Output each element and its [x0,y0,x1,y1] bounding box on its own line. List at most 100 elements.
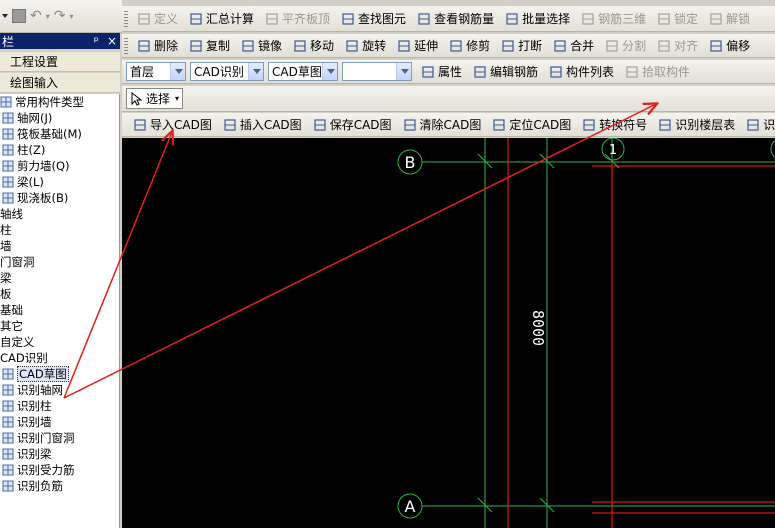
button-label: 偏移 [726,39,751,53]
select-tool-button[interactable]: 选择 ▾ [126,88,184,109]
tree-item[interactable]: 识别梁 [0,446,119,462]
chevron-down-icon[interactable]: ▾ [175,94,179,103]
save-cad-button[interactable]: 保存CAD图 [308,115,397,135]
save-icon[interactable] [12,9,26,23]
button-label: 转换符号 [599,118,648,132]
pin-icon[interactable]: ᵖ [94,34,99,48]
batch-select-button[interactable]: 批量选择 [500,9,575,29]
view-rebar-button[interactable]: 查看钢筋量 [412,9,499,29]
tree-item-label: 门窗洞 [0,255,35,269]
tree-item[interactable]: CAD草图 [0,366,119,382]
tree-item[interactable]: 门窗洞 [0,254,119,270]
trim-button[interactable]: 修剪 [444,36,495,56]
tree-item[interactable]: 识别负筋 [0,478,119,494]
panel-title: 栏 [2,34,15,49]
chevron-down-icon[interactable] [170,63,185,80]
unlock-button[interactable]: 解锁 [704,9,755,29]
tree-item[interactable]: 识别柱 [0,398,119,414]
button-label: 查找图元 [358,12,407,26]
button-label: 旋转 [362,39,387,53]
chevron-down-icon[interactable] [322,63,337,80]
button-label: 定义 [154,12,179,26]
type-select[interactable]: CAD草图 [268,62,338,81]
recognize-column-table-button[interactable]: 识别柱表 [741,115,775,135]
properties-button[interactable]: 属性 [416,62,467,82]
undo-icon[interactable]: ↶ [30,8,42,24]
chevron-down-icon[interactable] [248,63,263,80]
locate-cad-button[interactable]: 定位CAD图 [487,115,576,135]
edit-rebar-button[interactable]: 编辑钢筋 [468,62,543,82]
copy-button[interactable]: 复制 [184,36,235,56]
dropdown-arrow-icon[interactable] [2,14,8,18]
tree-item[interactable]: 梁(L) [0,174,119,190]
offset-button[interactable]: 偏移 [704,36,755,56]
tree-item-label: 筏板基础(M) [17,127,82,141]
nav-drawing-input[interactable]: 绘图输入 [0,73,120,93]
align-top-button[interactable]: 平齐板顶 [260,9,335,29]
tree-item[interactable]: 剪力墙(Q) [0,158,119,174]
align-button[interactable]: 对齐 [652,36,703,56]
tree-item[interactable]: 识别墙 [0,414,119,430]
tree-item-label: 梁(L) [17,175,44,189]
find-button[interactable]: 查找图元 [336,9,411,29]
edit-rebar-icon [474,65,486,78]
redo-dropdown-icon[interactable]: ▾ [69,12,73,21]
rebar-3d-button[interactable]: 钢筋三维 [576,9,651,29]
tree-item[interactable]: 轴网(J) [0,110,119,126]
button-label: 镜像 [258,39,283,53]
delete-button[interactable]: 删除 [132,36,183,56]
component-select[interactable] [342,62,412,81]
nav-project-settings[interactable]: 工程设置 [0,52,120,72]
floor-select[interactable]: 首层 [126,62,186,81]
button-label: 删除 [154,39,179,53]
break-button[interactable]: 打断 [496,36,547,56]
tree-item-label: 柱(Z) [17,143,46,157]
rotate-button[interactable]: 旋转 [340,36,391,56]
redo-icon[interactable]: ↷ [54,8,66,24]
convert-symbol-icon [583,118,595,131]
tree-item[interactable]: 识别轴网 [0,382,119,398]
button-label: 复制 [206,39,231,53]
lock-button[interactable]: 锁定 [652,9,703,29]
clear-cad-button[interactable]: 清除CAD图 [398,115,487,135]
toolbar-grip[interactable] [124,37,128,54]
tree-item[interactable]: 现浇板(B) [0,190,119,206]
tree-item[interactable]: 常用构件类型 [0,94,119,110]
cad-drawing-canvas[interactable]: B A 1 8000 [122,137,775,528]
insert-cad-button[interactable]: 插入CAD图 [218,115,307,135]
recognize-floor-table-button[interactable]: 识别楼层表 [653,115,740,135]
pick-component-button[interactable]: 拾取构件 [620,62,695,82]
tree-item[interactable]: CAD识别 [0,350,119,366]
tree-item[interactable]: 识别门窗洞 [0,430,119,446]
split-button[interactable]: 分割 [600,36,651,56]
locate-cad-icon [493,118,505,131]
component-list-button[interactable]: 构件列表 [544,62,619,82]
mirror-button[interactable]: 镜像 [236,36,287,56]
convert-symbol-button[interactable]: 转换符号 [577,115,652,135]
tree-item[interactable]: 其它 [0,318,119,334]
tree-item[interactable]: 自定义 [0,334,119,350]
tree-item[interactable]: 轴线 [0,206,119,222]
toolbar-grip[interactable] [124,10,128,27]
button-label: 钢筋三维 [598,12,647,26]
tree-item[interactable]: 基础 [0,302,119,318]
tree-item[interactable]: 板 [0,286,119,302]
merge-button[interactable]: 合并 [548,36,599,56]
tree-item[interactable]: 筏板基础(M) [0,126,119,142]
extend-button[interactable]: 延伸 [392,36,443,56]
tree-item[interactable]: 墙 [0,238,119,254]
chevron-down-icon[interactable] [396,63,411,80]
move-button[interactable]: 移动 [288,36,339,56]
undo-dropdown-icon[interactable]: ▾ [46,12,50,21]
tree-item[interactable]: 识别受力筋 [0,462,119,478]
tree-item[interactable]: 柱(Z) [0,142,119,158]
tree-item[interactable]: 柱 [0,222,119,238]
close-icon[interactable]: × [107,34,117,48]
import-cad-button[interactable]: 导入CAD图 [128,115,217,135]
sigma-button[interactable]: 汇总计算 [184,9,259,29]
button-label: 编辑钢筋 [490,65,539,79]
floor-select-value: 首层 [130,65,155,79]
category-select[interactable]: CAD识别 [190,62,264,81]
tree-item[interactable]: 梁 [0,270,119,286]
define-button[interactable]: 定义 [132,9,183,29]
